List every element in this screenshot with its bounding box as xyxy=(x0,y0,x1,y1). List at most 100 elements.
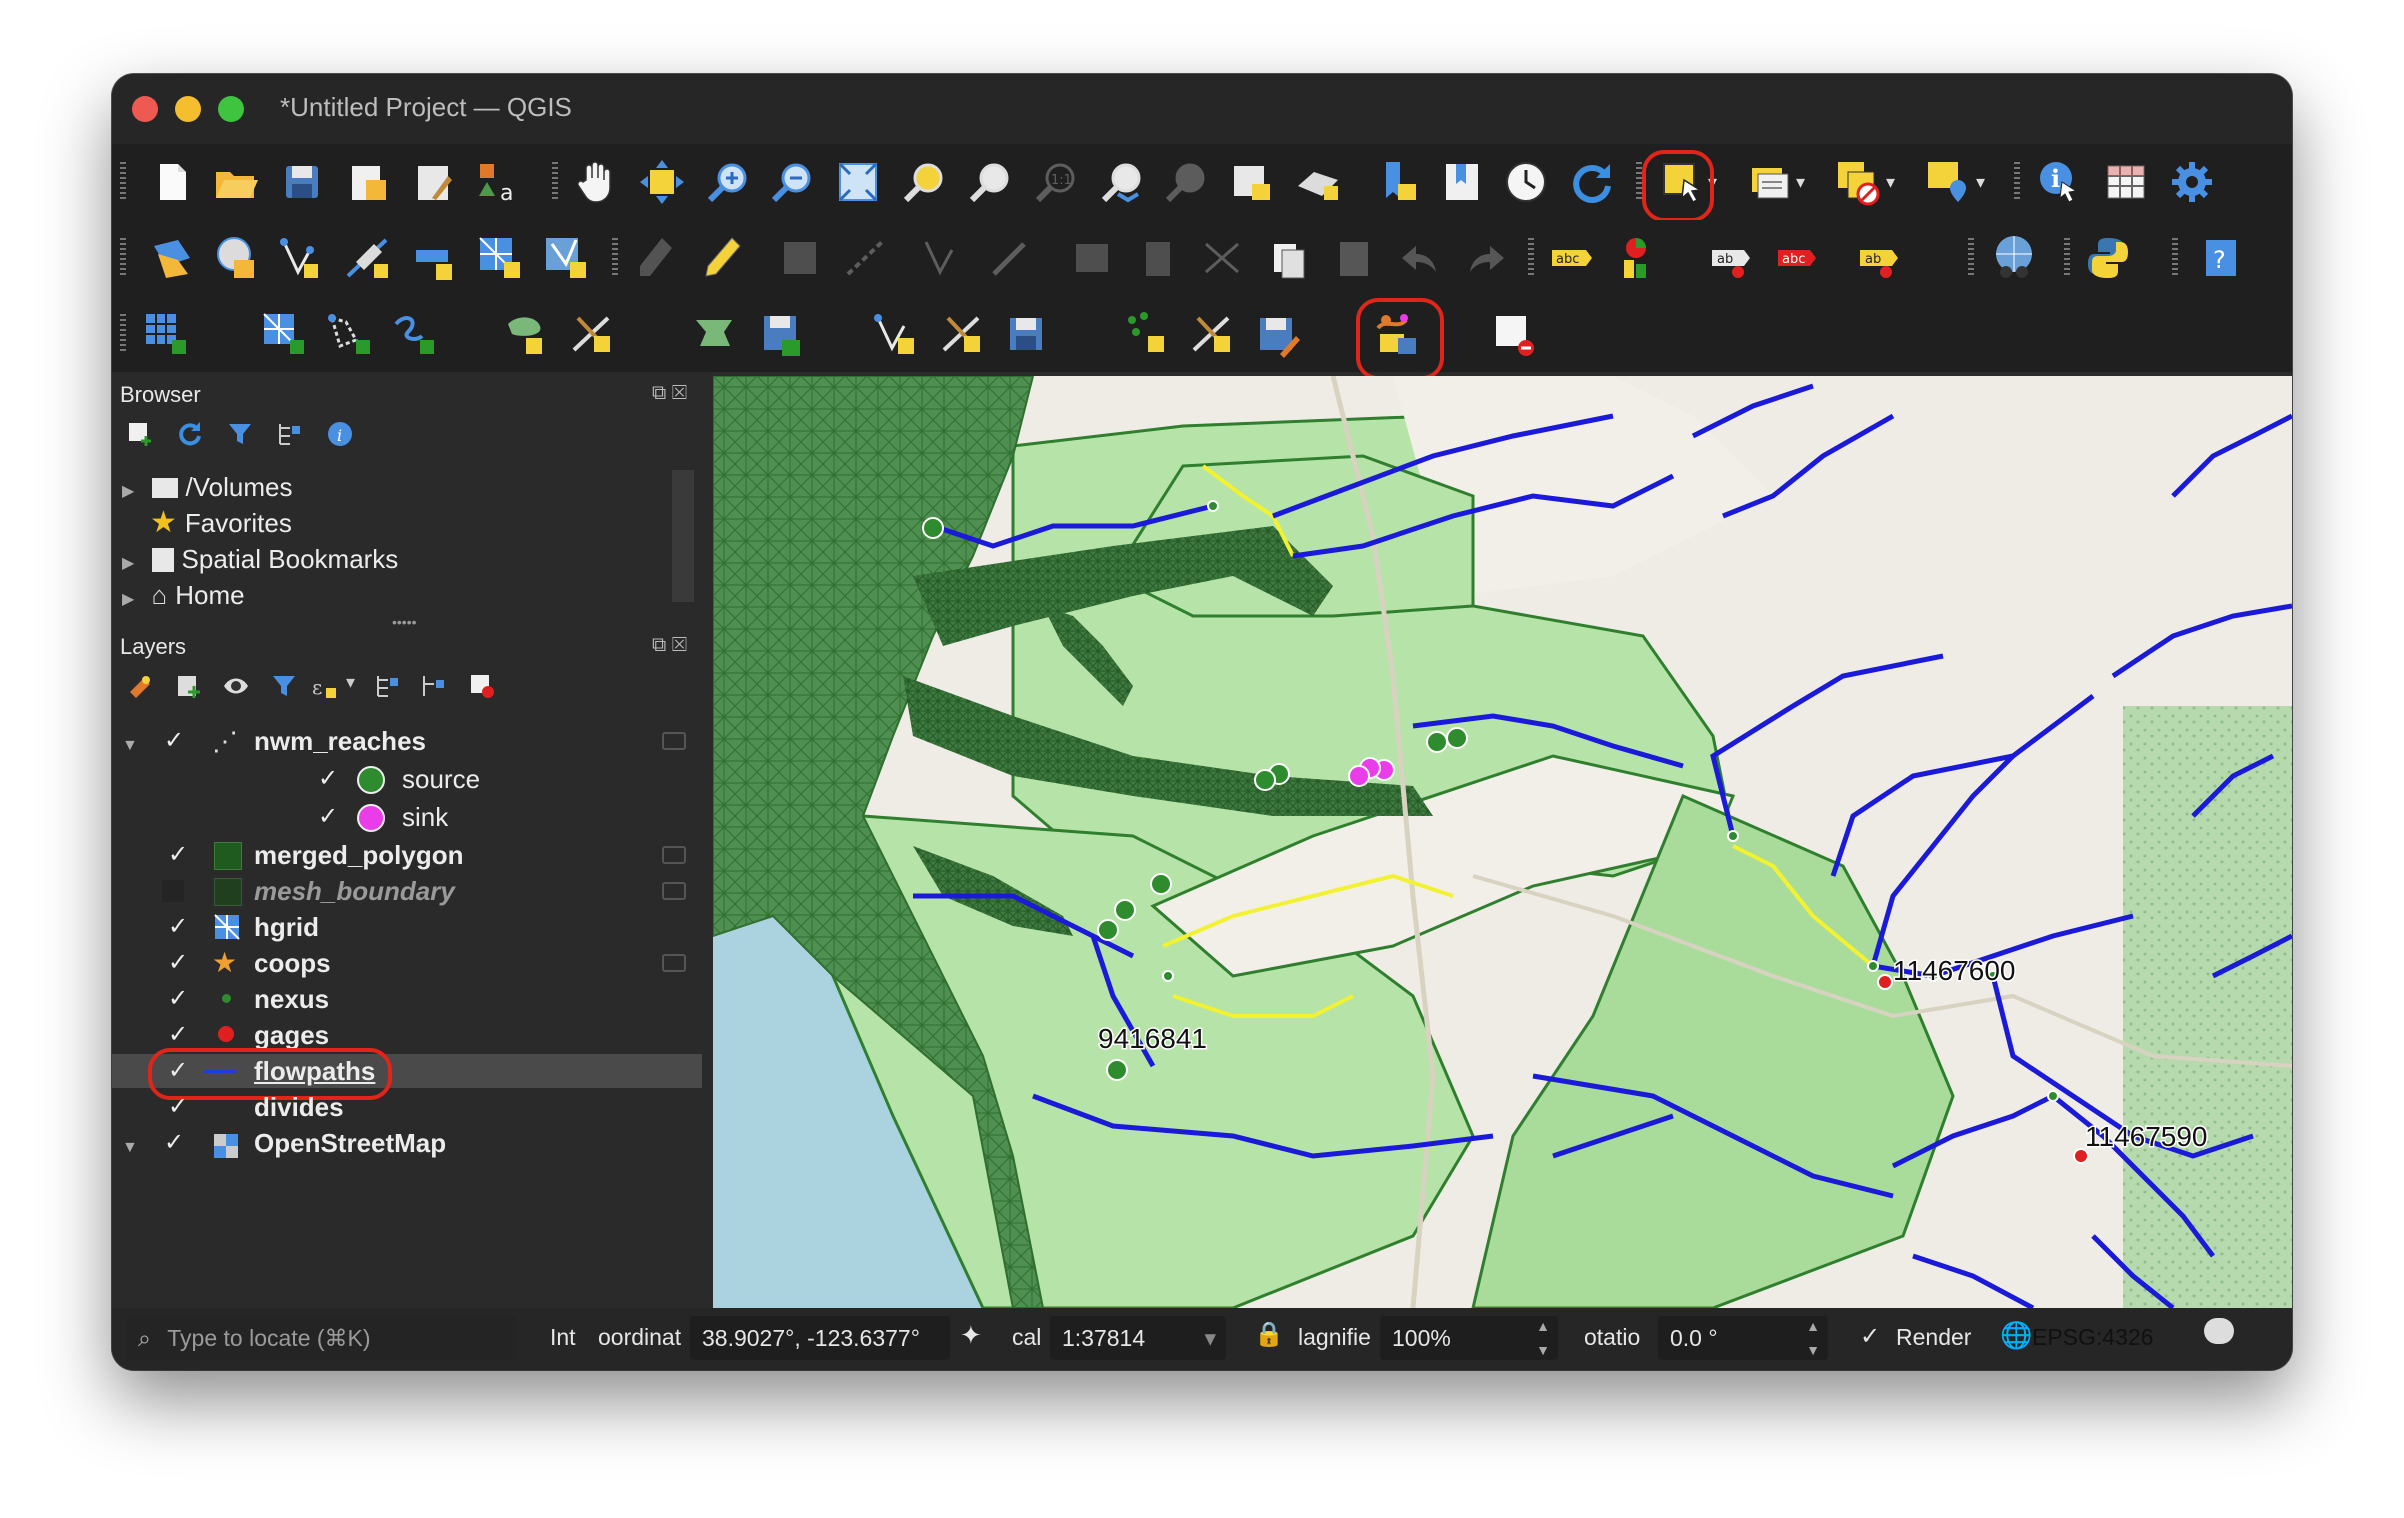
add-mesh-layer-icon[interactable] xyxy=(260,310,308,358)
redo-icon[interactable] xyxy=(1462,234,1510,282)
show-bookmarks-icon[interactable] xyxy=(1438,158,1486,206)
messages-icon[interactable] xyxy=(2204,1318,2234,1344)
attribute-table-icon[interactable] xyxy=(2102,158,2150,206)
copy-features-icon[interactable] xyxy=(1198,234,1246,282)
save-project-icon[interactable] xyxy=(278,158,326,206)
layout-manager-icon[interactable] xyxy=(410,158,458,206)
polygon-merge-icon[interactable] xyxy=(690,310,738,358)
panel-splitter[interactable]: ••••• xyxy=(392,614,417,630)
legend-checkbox[interactable]: ✓ xyxy=(318,762,338,796)
attribute-select-dropdown-arrow[interactable]: ▾ xyxy=(1796,158,1820,206)
delete-selected-icon[interactable] xyxy=(1068,234,1116,282)
browser-panel-controls[interactable]: ⧉ ☒ xyxy=(652,382,687,405)
close-window-button[interactable] xyxy=(132,96,158,122)
add-mesh-icon[interactable] xyxy=(476,234,524,282)
layer-checkbox[interactable]: ✓ xyxy=(168,838,188,872)
layer-checkbox[interactable]: ✓ xyxy=(168,982,188,1016)
minimize-window-button[interactable] xyxy=(175,96,201,122)
magnifier-field[interactable]: 100% ▲ ▼ xyxy=(1380,1316,1558,1360)
zoom-last-icon[interactable] xyxy=(1098,158,1146,206)
layer-checkbox[interactable]: ✓ xyxy=(164,1126,184,1160)
vertex-edit-icon[interactable] xyxy=(568,310,616,358)
pan-to-selection-icon[interactable] xyxy=(638,158,686,206)
temporal-controller-icon[interactable] xyxy=(1502,158,1550,206)
remove-layer-group-icon[interactable] xyxy=(468,672,496,705)
open-project-icon[interactable] xyxy=(212,158,260,206)
show-hide-labels-icon[interactable]: abc xyxy=(1774,234,1822,282)
browser-scrollbar[interactable] xyxy=(672,470,694,602)
browser-item-volumes[interactable]: ▶ /Volumes xyxy=(122,470,293,504)
zoom-to-layer-icon[interactable] xyxy=(966,158,1014,206)
browser-collapse-icon[interactable] xyxy=(276,420,304,448)
layer-checkbox[interactable]: ✓ xyxy=(168,910,188,944)
new-geopackage-icon[interactable] xyxy=(212,234,260,282)
layer-indicator-icon[interactable] xyxy=(662,954,686,972)
deselect-dropdown-arrow[interactable]: ▾ xyxy=(1886,158,1910,206)
new-print-layout-icon[interactable] xyxy=(344,158,392,206)
browser-item-home[interactable]: ▶ ⌂ Home xyxy=(122,578,245,612)
new-3d-map-icon[interactable] xyxy=(1294,158,1342,206)
paste-features-icon[interactable] xyxy=(1264,234,1312,282)
undo-icon[interactable] xyxy=(1396,234,1444,282)
collapse-all-icon[interactable] xyxy=(420,672,448,705)
crs-label[interactable]: EPSG:4326 xyxy=(2032,1324,2153,1351)
filter-by-expression-icon[interactable]: ε xyxy=(310,672,338,705)
locator-search[interactable]: ⌕ Type to locate (⌘K) xyxy=(126,1316,516,1360)
metasearch-icon[interactable] xyxy=(1990,234,2038,282)
layer-indicator-icon[interactable] xyxy=(662,846,686,864)
save-points-icon[interactable] xyxy=(1254,310,1302,358)
zoom-full-icon[interactable] xyxy=(834,158,882,206)
map-svg[interactable]: 9416841 11467600 11467590 xyxy=(713,376,2292,1308)
browser-filter-icon[interactable] xyxy=(226,420,254,448)
legend-checkbox[interactable]: ✓ xyxy=(318,800,338,834)
layer-item-merged-polygon[interactable]: ✓ merged_polygon xyxy=(122,838,692,872)
new-map-view-icon[interactable] xyxy=(1228,158,1276,206)
help-icon[interactable]: ? xyxy=(2198,234,2246,282)
settings-icon[interactable] xyxy=(2168,158,2216,206)
layer-diagram-icon[interactable] xyxy=(1614,234,1662,282)
data-source-manager-icon[interactable] xyxy=(148,234,196,282)
mesh-polygon-icon[interactable] xyxy=(326,310,374,358)
coordinate-field[interactable]: 38.9027°, -123.6377° xyxy=(690,1316,950,1360)
layer-item-coops[interactable]: ✓ ★ coops xyxy=(122,946,692,980)
layer-checkbox[interactable]: ✓ xyxy=(168,1090,188,1124)
remove-layer-icon[interactable] xyxy=(1490,310,1538,358)
modify-attributes-icon[interactable] xyxy=(986,234,1034,282)
layer-checkbox[interactable]: ✓ xyxy=(168,1018,188,1052)
layers-panel-controls[interactable]: ⧉ ☒ xyxy=(652,634,687,657)
layer-checkbox[interactable]: ✓ xyxy=(164,724,184,758)
lock-icon[interactable]: 🔒 xyxy=(1254,1320,1284,1349)
layer-item-nwm-reaches[interactable]: ▼ ✓ ⋰ nwm_reaches xyxy=(122,724,692,758)
save-line-icon[interactable] xyxy=(1002,310,1050,358)
style-manager-icon[interactable]: a xyxy=(474,158,522,206)
spinbox-arrows[interactable]: ▲ ▼ xyxy=(1806,1314,1820,1362)
add-vector-icon[interactable] xyxy=(278,234,326,282)
layer-checkbox-unchecked[interactable] xyxy=(162,880,184,902)
polygon-edit-icon[interactable] xyxy=(502,310,550,358)
chevron-down-icon[interactable]: ▾ xyxy=(1204,1316,1216,1360)
add-raster-icon[interactable] xyxy=(410,234,458,282)
save-polygon-icon[interactable] xyxy=(756,310,804,358)
coordinate-toggle-icon[interactable]: ✦ xyxy=(960,1320,982,1351)
filter-legend-icon[interactable] xyxy=(270,672,298,705)
browser-item-spatial-bookmarks[interactable]: ▶ Spatial Bookmarks xyxy=(122,542,398,576)
filter-dropdown-arrow[interactable]: ▾ xyxy=(346,672,355,693)
cut-features-icon[interactable] xyxy=(1134,234,1182,282)
add-line-icon[interactable] xyxy=(344,234,392,282)
toggle-editing-icon[interactable] xyxy=(698,234,746,282)
identify-icon[interactable]: i xyxy=(2036,158,2084,206)
move-label-icon[interactable]: ab xyxy=(1856,234,1904,282)
zoom-out-icon[interactable] xyxy=(768,158,816,206)
select-by-attribute-icon[interactable] xyxy=(1746,158,1794,206)
expand-all-icon[interactable] xyxy=(374,672,402,705)
spinbox-arrows[interactable]: ▲ ▼ xyxy=(1536,1314,1550,1362)
browser-properties-icon[interactable]: i xyxy=(326,420,354,448)
zoom-to-selection-icon[interactable] xyxy=(900,158,948,206)
layer-indicator-icon[interactable] xyxy=(662,732,686,750)
point-tool-icon[interactable] xyxy=(1188,310,1236,358)
zoom-window-button[interactable] xyxy=(218,96,244,122)
crs-globe-icon[interactable]: 🌐 xyxy=(2000,1320,2032,1351)
python-icon[interactable] xyxy=(2084,234,2132,282)
add-vector-tile-icon[interactable] xyxy=(542,234,590,282)
label-toolbar-icon[interactable]: abc xyxy=(1548,234,1596,282)
